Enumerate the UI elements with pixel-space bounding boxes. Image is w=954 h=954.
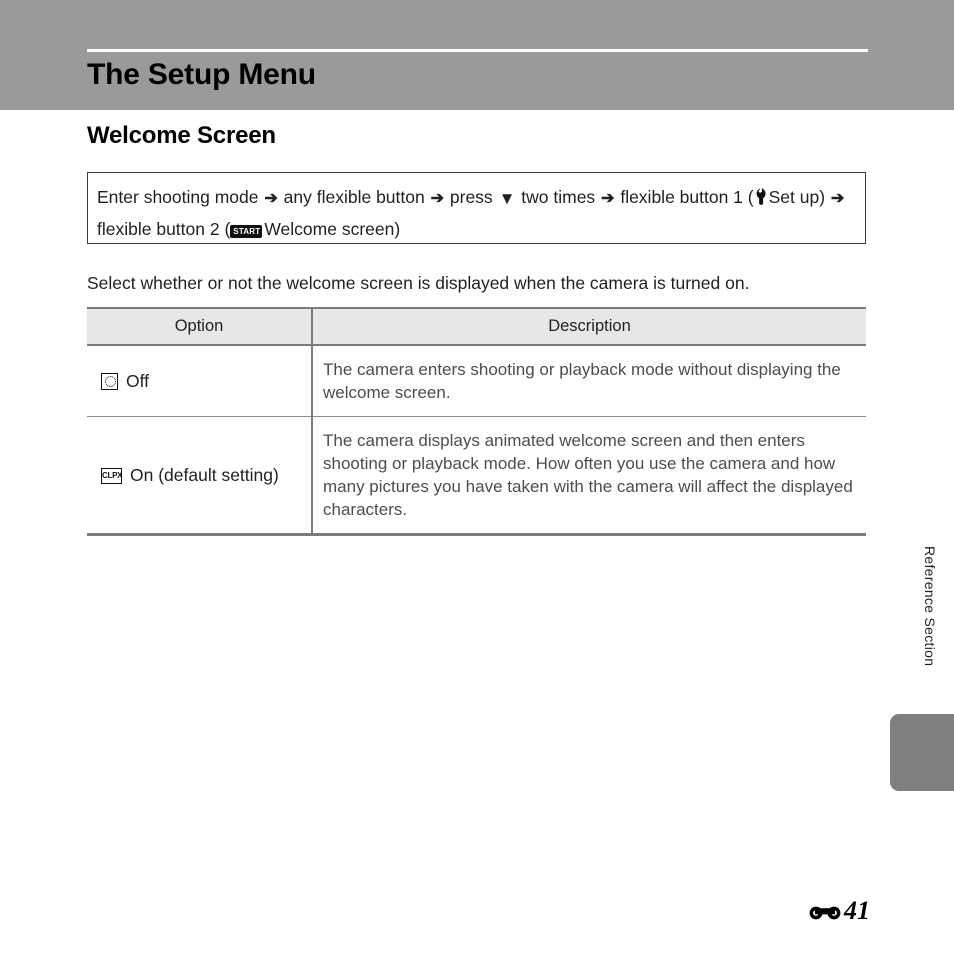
nav-step-3: press: [449, 187, 493, 207]
menu-navigation-box: Enter shooting mode ➔ any flexible butto…: [87, 172, 866, 244]
description-cell-off: The camera enters shooting or playback m…: [312, 345, 866, 417]
arrow-right-icon: ➔: [264, 190, 278, 207]
arrow-right-icon: ➔: [430, 190, 445, 207]
wrench-setup-icon: [754, 184, 768, 214]
nav-step-8: Welcome screen): [264, 219, 401, 239]
table-header-row: Option Description: [87, 307, 866, 346]
table-row: CLPX On (default setting) The camera disp…: [87, 416, 866, 536]
page-number: 41: [844, 896, 870, 925]
nav-step-7: flexible button 2 (: [97, 219, 231, 239]
intro-paragraph: Select whether or not the welcome screen…: [87, 273, 750, 293]
header-divider-rule: [87, 49, 868, 52]
nav-setup-label: Set up: [768, 187, 820, 207]
nav-step-4: two times: [521, 187, 596, 207]
column-header-description: Description: [312, 307, 866, 346]
table-row: Off The camera enters shooting or playba…: [87, 345, 866, 417]
arrow-right-icon: ➔: [601, 190, 615, 207]
option-label: Off: [126, 370, 150, 391]
chapter-title: The Setup Menu: [87, 58, 316, 91]
option-cell-on: CLPX On (default setting): [87, 416, 313, 536]
option-label: On (default setting): [130, 464, 279, 485]
menu-navigation-text: Enter shooting mode ➔ any flexible butto…: [97, 182, 857, 244]
options-table: Option Description Off The camera enters…: [87, 307, 866, 536]
welcome-screen-on-icon: CLPX: [101, 467, 122, 484]
reference-section-mark-icon: [808, 901, 842, 921]
start-badge-icon: START: [230, 225, 263, 238]
page-footer: 41: [808, 898, 870, 924]
nav-step-5: flexible button 1 (: [620, 187, 754, 207]
side-section-tab: [890, 714, 954, 791]
description-cell-on: The camera displays animated welcome scr…: [312, 416, 866, 536]
nav-step-6: ): [819, 187, 826, 207]
triangle-down-icon: ▼: [498, 189, 516, 208]
arrow-right-icon: ➔: [830, 190, 845, 207]
side-section-label: Reference Section: [922, 546, 938, 667]
chapter-header-band: The Setup Menu: [0, 0, 954, 110]
column-header-option: Option: [87, 307, 313, 346]
section-title: Welcome Screen: [87, 122, 276, 149]
off-icon: [101, 372, 118, 390]
option-cell-off: Off: [87, 345, 313, 417]
nav-step-2: any flexible button: [283, 187, 425, 207]
nav-step-1: Enter shooting mode: [97, 187, 259, 207]
